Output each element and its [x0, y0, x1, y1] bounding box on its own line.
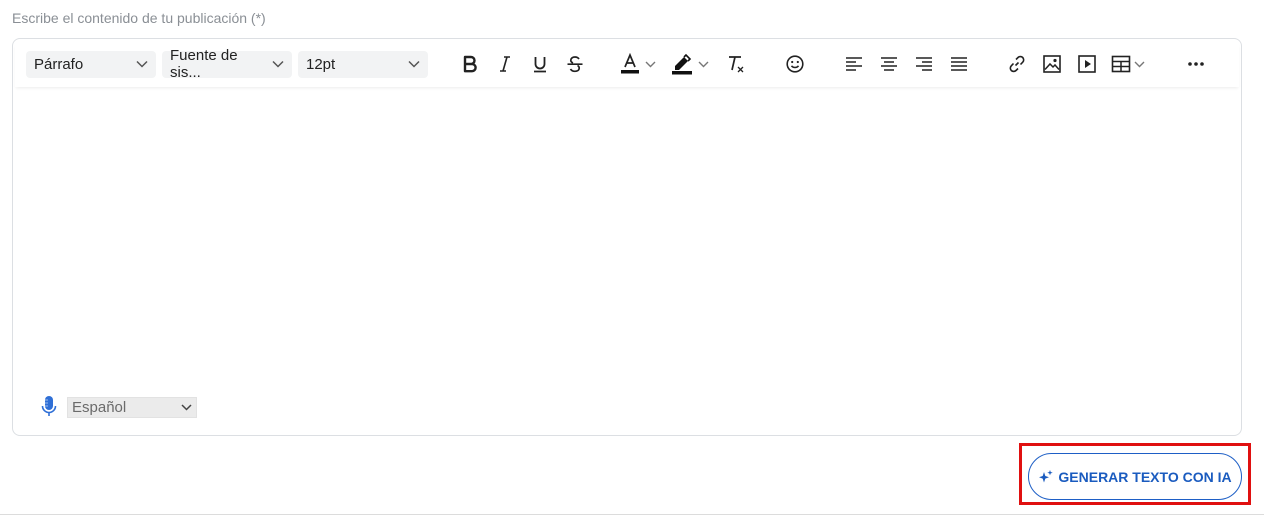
font-family-select[interactable]: Fuente de sis...: [162, 47, 292, 81]
text-color-button[interactable]: [620, 49, 656, 79]
highlight-color-button[interactable]: [671, 49, 709, 79]
smiley-icon: [786, 55, 804, 73]
insert-media-button[interactable]: [1072, 49, 1102, 79]
align-right-icon: [916, 57, 932, 71]
block-format-value: Párrafo: [34, 55, 84, 73]
bottom-divider: [0, 514, 1264, 515]
video-play-icon: [1078, 55, 1096, 73]
generate-ai-text-label: GENERAR TEXTO CON IA: [1058, 468, 1232, 485]
highlighter-icon: [672, 53, 692, 75]
table-icon: [1111, 55, 1131, 73]
align-left-icon: [846, 57, 862, 71]
underline-button[interactable]: [525, 49, 555, 79]
clear-format-icon: [729, 56, 744, 73]
strikethrough-button[interactable]: [560, 49, 590, 79]
voice-language-select[interactable]: Español: [67, 396, 197, 418]
editor-toolbar: Párrafo Fuente de sis... 12pt: [15, 41, 1239, 87]
bold-icon: [463, 55, 477, 73]
chevron-down-icon: [408, 60, 420, 68]
sparkles-icon: [1038, 469, 1054, 485]
bold-button[interactable]: [455, 49, 485, 79]
emoji-button[interactable]: [780, 49, 810, 79]
editor-content-area[interactable]: [15, 87, 1239, 377]
voice-input-row: Español: [41, 395, 197, 419]
chevron-down-icon: [272, 60, 284, 68]
align-center-icon: [881, 57, 897, 71]
block-format-select[interactable]: Párrafo: [26, 50, 156, 78]
align-center-button[interactable]: [874, 49, 904, 79]
insert-image-button[interactable]: [1037, 49, 1067, 79]
microphone-icon[interactable]: [41, 395, 57, 419]
more-options-button[interactable]: [1181, 49, 1211, 79]
font-size-select[interactable]: 12pt: [298, 50, 428, 78]
align-justify-button[interactable]: [944, 49, 974, 79]
content-field-label: Escribe el contenido de tu publicación (…: [12, 10, 266, 26]
insert-link-button[interactable]: [1002, 49, 1032, 79]
chevron-down-icon: [645, 61, 656, 68]
voice-language-value: Español: [72, 398, 127, 416]
clear-formatting-button[interactable]: [721, 49, 751, 79]
chevron-down-icon: [698, 61, 709, 68]
chevron-down-icon: [1134, 61, 1145, 68]
underline-icon: [534, 57, 546, 73]
rich-text-editor: Párrafo Fuente de sis... 12pt Español: [12, 38, 1242, 436]
image-icon: [1043, 55, 1061, 73]
generate-ai-text-button[interactable]: GENERAR TEXTO CON IA: [1028, 453, 1242, 500]
align-justify-icon: [951, 57, 967, 71]
more-horizontal-icon: [1188, 62, 1204, 66]
font-family-value: Fuente de sis...: [170, 47, 238, 81]
link-icon: [1009, 55, 1025, 73]
insert-table-button[interactable]: [1111, 49, 1145, 79]
chevron-down-icon: [181, 403, 192, 411]
italic-button[interactable]: [490, 49, 520, 79]
strikethrough-icon: [567, 56, 583, 73]
align-right-button[interactable]: [909, 49, 939, 79]
chevron-down-icon: [136, 60, 148, 68]
text-color-icon: [621, 53, 639, 74]
align-left-button[interactable]: [839, 49, 869, 79]
italic-icon: [500, 56, 510, 72]
font-size-value: 12pt: [306, 55, 336, 73]
